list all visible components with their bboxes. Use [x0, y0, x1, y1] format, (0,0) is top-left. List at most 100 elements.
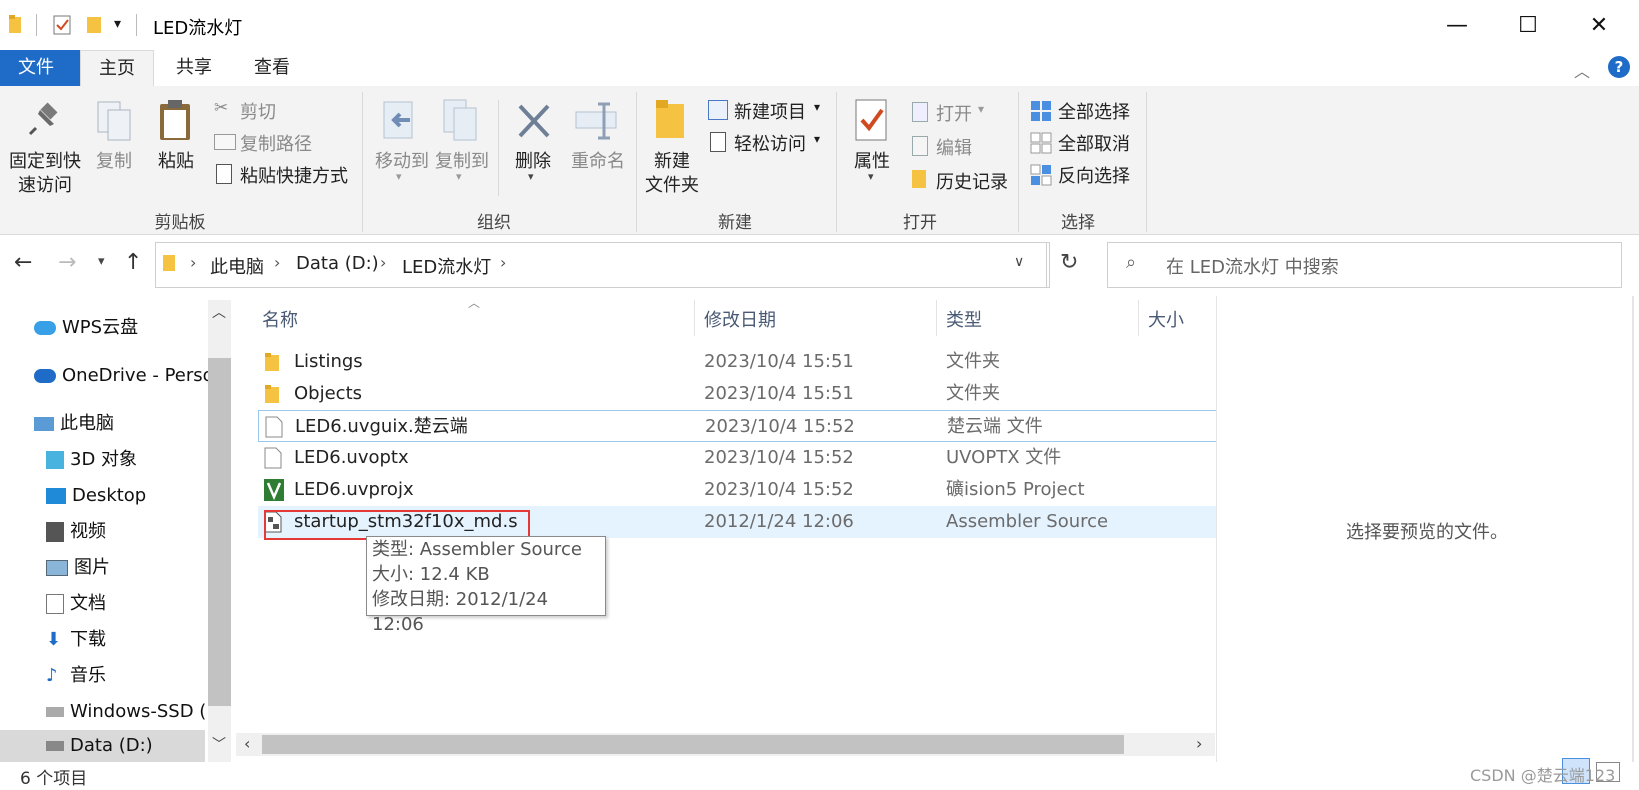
nav-item-3d-objects[interactable]: 3D 对象 [46, 444, 137, 476]
title-bar: ▾ LED流水灯 — ☐ ✕ [0, 0, 1639, 50]
customize-quick-access-icon[interactable]: ▾ [114, 16, 121, 32]
documents-icon [46, 594, 64, 614]
horizontal-scroll-thumb[interactable] [262, 735, 1124, 754]
edit-button[interactable]: 编辑 [910, 134, 1010, 160]
paste-shortcut-button[interactable]: 粘贴快捷方式 [214, 162, 364, 188]
pin-to-quick-access-button[interactable]: 固定到快 速访问 [6, 150, 84, 198]
cut-label: 剪切 [240, 102, 276, 123]
nav-item-videos[interactable]: 视频 [46, 516, 106, 548]
refresh-icon[interactable]: ↻ [1060, 250, 1078, 275]
nav-label: 文档 [70, 593, 106, 614]
tab-share[interactable]: 共享 [158, 50, 230, 86]
nav-label: 音乐 [70, 665, 106, 686]
copy-path-icon [214, 134, 236, 150]
nav-item-desktop[interactable]: Desktop [46, 480, 146, 512]
collapse-ribbon-icon[interactable]: ︿ [1574, 58, 1590, 82]
rename-button[interactable]: 重命名 [566, 150, 630, 174]
invert-selection-button[interactable]: 反向选择 [1030, 162, 1150, 188]
preview-divider[interactable] [1216, 296, 1217, 762]
back-arrow-icon[interactable]: ← [14, 250, 32, 275]
column-header-date[interactable]: 修改日期 [704, 306, 776, 332]
tab-file[interactable]: 文件 [0, 50, 80, 86]
new-item-button[interactable]: 新建项目 ▾ [708, 98, 828, 124]
edit-label: 编辑 [936, 138, 972, 159]
new-folder-label-line2: 文件夹 [645, 175, 699, 196]
crumb-chevron-icon[interactable]: › [380, 253, 386, 272]
nav-scroll-thumb[interactable] [208, 358, 231, 706]
copy-to-button[interactable]: 复制到 [430, 150, 494, 174]
tab-view[interactable]: 查看 [236, 50, 308, 86]
nav-item-downloads[interactable]: ⬇ 下载 [46, 624, 106, 656]
minimize-button[interactable]: — [1437, 12, 1477, 40]
new-folder-quick-icon[interactable] [86, 14, 104, 36]
file-row[interactable]: Listings 2023/10/4 15:51 文件夹 [258, 346, 1217, 378]
cut-button[interactable]: ✂ 剪切 [214, 98, 354, 124]
tooltip-size: 大小: 12.4 KB [372, 564, 490, 585]
nav-item-pictures[interactable]: 图片 [46, 552, 110, 584]
file-name: Objects [294, 383, 363, 404]
close-button[interactable]: ✕ [1579, 12, 1619, 40]
file-type: 礦ision5 Project [946, 479, 1085, 500]
recent-locations-icon[interactable]: ▾ [98, 254, 105, 269]
nav-item-windows-ssd[interactable]: Windows-SSD ( [46, 696, 206, 728]
nav-item-wps-cloud[interactable]: WPS云盘 [34, 312, 138, 344]
select-all-button[interactable]: 全部选择 [1030, 98, 1150, 124]
copy-button[interactable]: 复制 [92, 150, 136, 174]
scroll-up-icon[interactable]: ︿ [212, 302, 226, 322]
column-divider[interactable] [936, 300, 937, 336]
new-folder-button[interactable]: 新建 文件夹 [640, 150, 704, 198]
crumb-led-folder[interactable]: LED流水灯 [402, 253, 491, 279]
column-header-name[interactable]: 名称 [262, 306, 298, 332]
open-dropdown-icon: ▾ [978, 102, 985, 116]
file-row[interactable]: Objects 2023/10/4 15:51 文件夹 [258, 378, 1217, 410]
nav-item-this-pc[interactable]: 此电脑 [34, 408, 114, 440]
crumb-chevron-icon[interactable]: › [274, 253, 280, 272]
search-icon: ⌕ [1126, 252, 1137, 273]
column-divider[interactable] [1138, 300, 1139, 336]
select-none-button[interactable]: 全部取消 [1030, 130, 1150, 156]
file-row[interactable]: LED6.uvguix.楚云端 2023/10/4 15:52 楚云端 文件 [258, 410, 1217, 442]
open-button[interactable]: 打开 ▾ [910, 100, 1010, 126]
crumb-chevron-icon[interactable]: › [190, 253, 196, 272]
copy-icon [97, 101, 131, 141]
nav-item-data-drive[interactable]: Data (D:) [46, 730, 153, 762]
rename-icon [575, 102, 617, 140]
help-icon[interactable]: ? [1608, 56, 1630, 78]
title-separator-2 [136, 14, 137, 36]
column-header-size[interactable]: 大小 [1148, 306, 1184, 332]
scroll-down-icon[interactable]: ﹀ [212, 734, 226, 754]
sort-ascending-icon: ︿ [468, 296, 481, 310]
properties-quick-icon[interactable] [52, 14, 74, 36]
nav-item-music[interactable]: ♪ 音乐 [46, 660, 106, 692]
crumb-data-drive[interactable]: Data (D:) [296, 253, 379, 274]
copy-path-button[interactable]: 复制路径 [214, 130, 354, 156]
address-bar[interactable] [155, 242, 1050, 288]
history-button[interactable]: 历史记录 [910, 168, 1020, 194]
item-count: 6 个项目 [20, 769, 88, 789]
move-to-button[interactable]: 移动到 [370, 150, 434, 174]
address-dropdown-icon[interactable]: ∨ [1014, 254, 1024, 270]
nav-item-onedrive[interactable]: OneDrive - Perso [34, 360, 210, 392]
window-right-edge [1632, 296, 1634, 762]
tooltip-type: 类型: Assembler Source [372, 539, 582, 560]
scroll-right-icon[interactable]: › [1196, 734, 1202, 753]
column-header-type[interactable]: 类型 [946, 306, 982, 332]
file-row[interactable]: LED6.uvprojx 2023/10/4 15:52 礦ision5 Pro… [258, 474, 1217, 506]
delete-dropdown-icon: ▾ [528, 170, 534, 183]
forward-arrow-icon[interactable]: → [58, 250, 76, 275]
crumb-this-pc[interactable]: 此电脑 [210, 253, 264, 279]
crumb-chevron-icon[interactable]: › [500, 253, 506, 272]
paste-button[interactable]: 粘贴 [152, 150, 200, 174]
nav-item-documents[interactable]: 文档 [46, 588, 106, 620]
tooltip-modified: 修改日期: 2012/1/24 12:06 [372, 589, 549, 635]
easy-access-button[interactable]: 轻松访问 ▾ [708, 130, 828, 156]
column-divider[interactable] [694, 300, 695, 336]
up-arrow-icon[interactable]: ↑ [124, 250, 142, 275]
file-tooltip: 类型: Assembler Source 大小: 12.4 KB 修改日期: 2… [366, 536, 606, 635]
maximize-button[interactable]: ☐ [1508, 12, 1548, 40]
address-folder-icon [163, 255, 175, 271]
tab-home[interactable]: 主页 [80, 50, 154, 87]
file-row[interactable]: LED6.uvoptx 2023/10/4 15:52 UVOPTX 文件 [258, 442, 1217, 474]
title-separator [36, 14, 37, 36]
scroll-left-icon[interactable]: ‹ [244, 734, 250, 753]
